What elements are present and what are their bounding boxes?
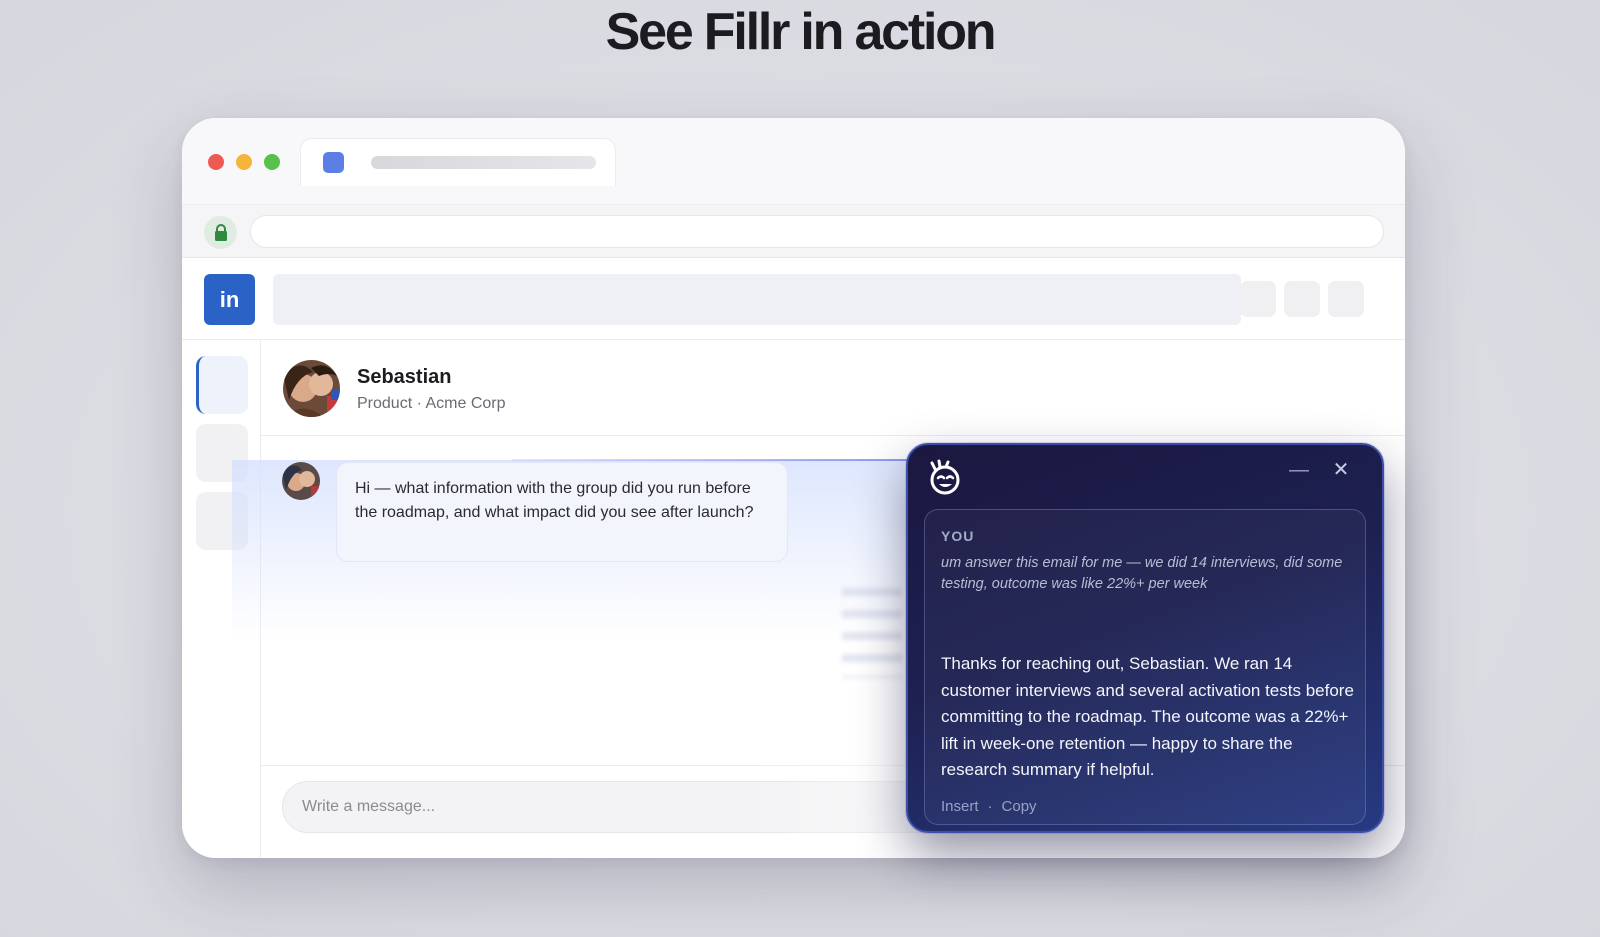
contact-name: Sebastian <box>357 366 452 388</box>
nav-button-2[interactable] <box>1284 281 1320 317</box>
message-sender-avatar[interactable] <box>282 462 320 500</box>
contact-avatar[interactable] <box>283 360 340 417</box>
contact-role: Product · Acme Corp <box>357 395 506 412</box>
window-zoom-dot[interactable] <box>264 154 280 170</box>
you-label: YOU <box>941 528 975 544</box>
browser-tab[interactable] <box>300 138 616 186</box>
lock-icon-glyph <box>214 224 227 241</box>
browser-titlebar <box>182 118 1405 204</box>
action-separator: · <box>987 798 993 815</box>
site-header: in <box>182 258 1405 340</box>
nav-button-1[interactable] <box>1240 281 1276 317</box>
reply-actions: Insert · Copy <box>941 798 1037 815</box>
sidebar-item-active[interactable] <box>196 356 248 414</box>
tab-favicon-icon <box>323 152 344 173</box>
lock-icon <box>204 216 237 249</box>
site-search-bar[interactable] <box>273 274 1241 325</box>
conversation-header: Sebastian Product · Acme Corp <box>261 340 1405 436</box>
window-minimize-dot[interactable] <box>236 154 252 170</box>
minimize-icon[interactable]: — <box>1286 457 1312 483</box>
copy-button[interactable]: Copy <box>1002 798 1037 815</box>
fillr-logo-icon <box>930 459 960 495</box>
message-sender-avatar-image <box>282 462 320 500</box>
url-field[interactable] <box>250 215 1384 248</box>
nav-button-3[interactable] <box>1328 281 1364 317</box>
assistant-conversation-card: YOU um answer this email for me — we did… <box>924 509 1366 825</box>
tab-title-placeholder <box>371 156 596 169</box>
close-icon[interactable]: ✕ <box>1328 457 1354 483</box>
message-bubble: Hi — what information with the group did… <box>336 462 788 562</box>
blurred-background-content <box>842 588 902 678</box>
window-close-dot[interactable] <box>208 154 224 170</box>
assistant-reply-text: Thanks for reaching out, Sebastian. We r… <box>941 654 1354 779</box>
page-headline: See Fillr in action <box>605 3 997 61</box>
address-bar-row <box>182 204 1405 258</box>
fillr-assistant-panel: — ✕ YOU um answer this email for me — we… <box>906 443 1384 833</box>
insert-button[interactable]: Insert <box>941 798 979 815</box>
linkedin-logo-icon[interactable]: in <box>204 274 255 325</box>
contact-avatar-image <box>283 360 340 417</box>
user-prompt-text: um answer this email for me — we did 14 … <box>941 555 1343 592</box>
